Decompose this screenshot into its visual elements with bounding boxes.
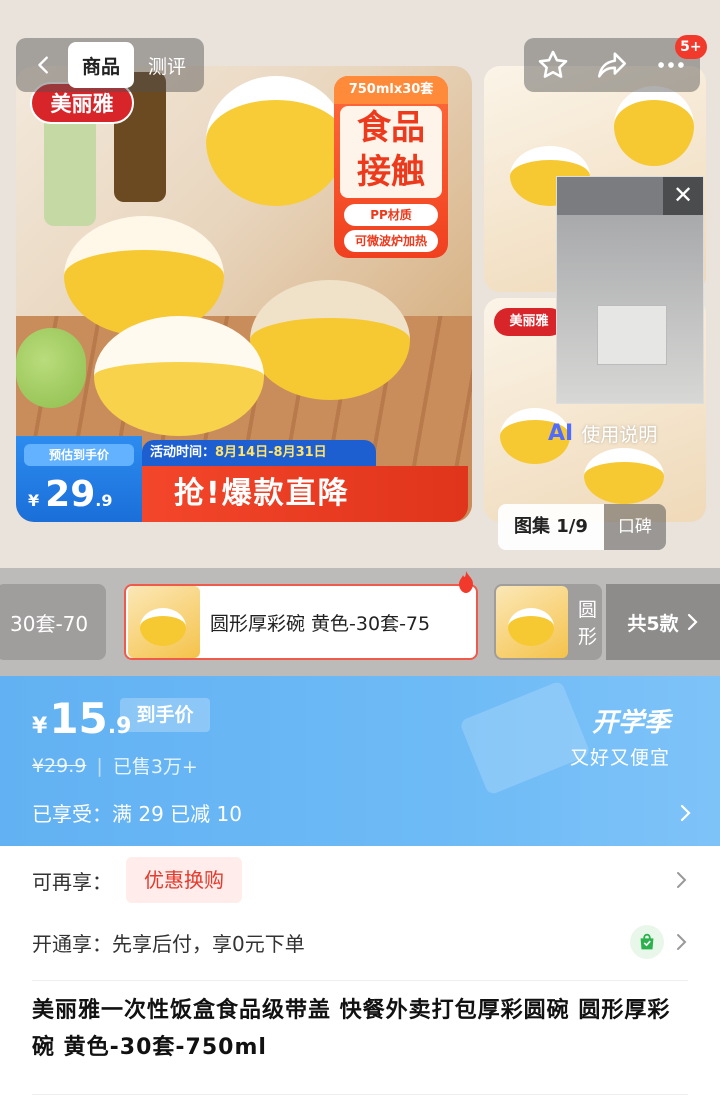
share-icon	[597, 52, 627, 78]
tab-product[interactable]: 商品	[68, 42, 135, 88]
extra-benefit-row[interactable]: 可再享： 优惠换购	[32, 854, 688, 906]
campaign-title: 开学季	[591, 708, 670, 738]
gallery-counter-tab[interactable]: 图集 1/9	[498, 504, 604, 550]
top-actions: 5+	[524, 35, 707, 92]
coupon-badge[interactable]: 优惠换购	[126, 857, 242, 903]
ai-guide-button[interactable]: AI 使用说明	[548, 420, 657, 447]
ribbon-slogan: 抢!爆款直降	[142, 466, 468, 522]
sku-option-label: 30套-70	[10, 611, 89, 636]
pay-later-right	[630, 925, 688, 959]
price-currency: ¥	[32, 714, 48, 739]
gallery-pager: 图集 1/9 口碑	[498, 504, 666, 550]
sku-option-label: 圆形	[578, 599, 598, 648]
separator: |	[96, 754, 103, 777]
bowl-image	[584, 448, 664, 504]
product-gallery[interactable]: 美丽雅 750mlx30套 食品 接触 PP材质 可微波炉加热 预估到手价 ¥ …	[0, 0, 720, 568]
ribbon-price-box: 预估到手价 ¥ 29 .9	[16, 436, 142, 522]
microwave-image	[597, 305, 667, 365]
flame-icon	[459, 571, 473, 593]
price-meta: ¥29.9 | 已售3万+	[32, 752, 198, 779]
back-button[interactable]	[20, 38, 68, 92]
pay-later-row[interactable]: 开通享：先享后付，享0元下单	[32, 914, 688, 970]
back-arrow-icon	[38, 56, 48, 74]
bowl-image	[250, 280, 410, 400]
shopping-bag-icon	[630, 925, 664, 959]
sku-option[interactable]: 30套-70	[0, 584, 106, 660]
promo-spec: 750mlx30套	[334, 76, 448, 104]
notification-badge: 5+	[675, 35, 707, 59]
divider	[32, 1094, 688, 1095]
promo-card: 750mlx30套 食品 接触 PP材质 可微波炉加热	[334, 76, 448, 258]
ribbon-label: 预估到手价	[24, 444, 134, 466]
discount-applied-row[interactable]: 已享受：满 29 已减 10	[32, 798, 692, 827]
price-banner: ¥ 15 .9 到手价 开学季 又好又便宜 ¥29.9 | 已售3万+ 已享受：…	[0, 676, 720, 846]
tab-review[interactable]: 测评	[134, 42, 200, 88]
promo-material: PP材质	[344, 204, 438, 226]
ribbon-price: ¥ 29 .9	[28, 474, 112, 515]
ai-guide-label: 使用说明	[581, 424, 658, 446]
pay-later-label: 开通享：先享后付，享0元下单	[32, 931, 305, 956]
favorite-button[interactable]	[529, 41, 577, 89]
extra-benefit-label: 可再享：	[32, 869, 112, 894]
ribbon-currency: ¥	[28, 491, 40, 510]
top-nav: 商品 测评	[16, 38, 205, 92]
sold-count: 已售3万+	[112, 756, 198, 778]
product-title: 美丽雅一次性饭盒食品级带盖 快餐外卖打包厚彩圆碗 圆形厚彩碗 黄色-30套-75…	[32, 998, 671, 1060]
video-preview[interactable]: ✕	[556, 176, 704, 404]
ribbon-activity: 活动时间：8月14日-8月31日	[142, 440, 376, 466]
current-price: ¥ 15 .9	[32, 694, 131, 743]
close-video-button[interactable]: ✕	[663, 177, 703, 215]
brand-logo: 美丽雅	[494, 308, 564, 336]
main-product-image[interactable]: 美丽雅 750mlx30套 食品 接触 PP材质 可微波炉加热 预估到手价 ¥ …	[16, 66, 472, 522]
promo-headline-line1: 食品	[357, 108, 425, 148]
pay-later-content: 开通享：先享后付，享0元下单	[32, 928, 305, 957]
divider	[32, 980, 688, 981]
bowl-image	[94, 316, 264, 436]
price-ribbon: 预估到手价 ¥ 29 .9 活动时间：8月14日-8月31日 抢!爆款直降	[16, 436, 472, 522]
sku-option[interactable]: 圆形	[494, 584, 602, 660]
video-frame	[557, 215, 703, 403]
ribbon-activity-dates: 8月14日-8月31日	[215, 445, 327, 460]
promo-headline: 食品 接触	[340, 106, 442, 198]
chevron-right-icon	[687, 613, 698, 631]
campaign-subtitle: 又好又便宜	[569, 747, 670, 769]
more-button[interactable]: 5+	[647, 35, 707, 89]
star-icon	[539, 50, 568, 78]
close-icon: ✕	[672, 181, 694, 209]
grapes-image	[16, 328, 86, 408]
ribbon-price-dec: .9	[95, 491, 113, 510]
price-int: 15	[49, 694, 108, 743]
ai-icon: AI	[548, 421, 574, 446]
chevron-right-icon	[680, 804, 691, 821]
ribbon-activity-prefix: 活动时间：	[150, 445, 216, 460]
sku-thumbnail	[496, 586, 568, 658]
reviews-tab[interactable]: 口碑	[603, 504, 666, 550]
campaign-badge: 开学季 又好又便宜	[570, 702, 670, 770]
bowl-image	[206, 76, 346, 206]
sku-option-selected[interactable]: 圆形厚彩碗 黄色-30套-75	[124, 584, 478, 660]
sku-option-label: 圆形厚彩碗 黄色-30套-75	[210, 612, 431, 635]
discount-applied-label: 已享受：满 29 已减 10	[32, 802, 242, 826]
chevron-right-icon	[677, 872, 687, 888]
promo-microwave: 可微波炉加热	[344, 230, 438, 252]
final-price-tag: 到手价	[120, 698, 210, 732]
sku-selector: 30套-70 圆形厚彩碗 黄色-30套-75 圆形 共5款	[0, 568, 720, 676]
share-button[interactable]	[588, 41, 636, 89]
ribbon-price-int: 29	[45, 474, 96, 515]
original-price: ¥29.9	[32, 754, 87, 777]
product-page: 美丽雅 750mlx30套 食品 接触 PP材质 可微波炉加热 预估到手价 ¥ …	[0, 0, 720, 1100]
bowl-image	[614, 86, 694, 166]
promo-headline-line2: 接触	[357, 152, 425, 192]
extra-benefit-content: 可再享： 优惠换购	[32, 857, 242, 903]
all-sku-button[interactable]: 共5款	[606, 584, 720, 660]
chevron-right-icon	[677, 934, 687, 950]
sku-count-label: 共5款	[627, 612, 679, 635]
sku-thumbnail	[128, 586, 200, 658]
